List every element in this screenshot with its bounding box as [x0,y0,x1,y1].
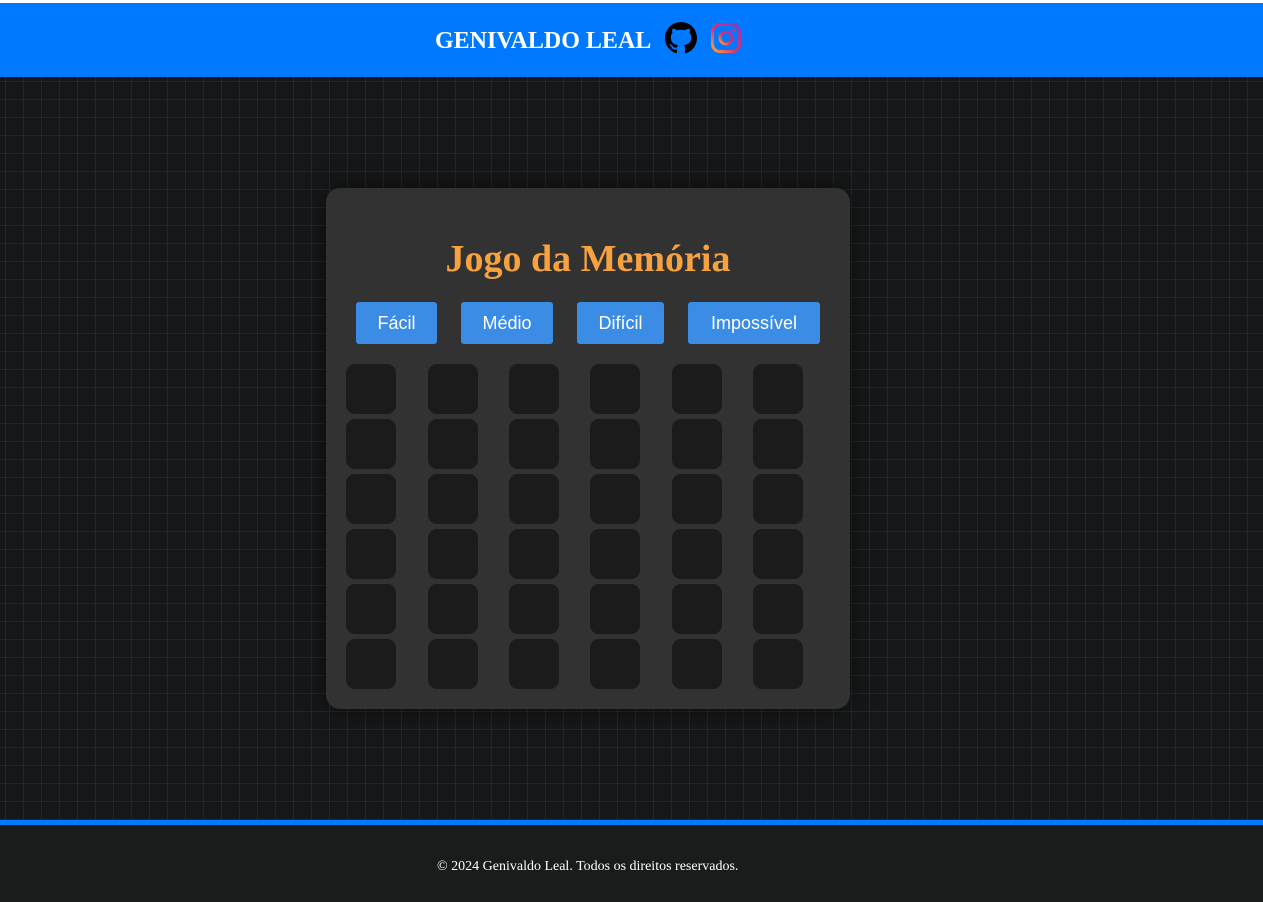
memory-card[interactable] [346,529,396,579]
medium-button[interactable]: Médio [461,302,553,344]
memory-card[interactable] [509,584,559,634]
memory-card[interactable] [672,364,722,414]
memory-card[interactable] [590,419,640,469]
brand-name: GENIVALDO LEAL [435,28,652,54]
memory-card[interactable] [428,529,478,579]
instagram-icon[interactable] [710,22,742,54]
memory-card[interactable] [753,529,803,579]
memory-card[interactable] [753,474,803,524]
easy-button[interactable]: Fácil [356,302,437,344]
memory-card[interactable] [346,419,396,469]
site-footer: © 2024 Genivaldo Leal. Todos os direitos… [0,825,1263,902]
game-title: Jogo da Memória [445,238,731,280]
memory-card[interactable] [590,584,640,634]
memory-card[interactable] [672,419,722,469]
memory-card[interactable] [509,529,559,579]
memory-card[interactable] [672,584,722,634]
impossible-button[interactable]: Impossível [688,302,820,344]
memory-card[interactable] [428,364,478,414]
memory-card[interactable] [672,474,722,524]
game-panel: Jogo da Memória Fácil Médio Difícil Impo… [326,188,850,709]
memory-card[interactable] [428,474,478,524]
memory-card[interactable] [590,364,640,414]
memory-card[interactable] [509,419,559,469]
copyright-text: © 2024 Genivaldo Leal. Todos os direitos… [437,859,739,874]
memory-card[interactable] [590,529,640,579]
site-header: GENIVALDO LEAL [0,3,1263,77]
memory-card[interactable] [753,419,803,469]
memory-card[interactable] [428,584,478,634]
memory-card[interactable] [590,474,640,524]
memory-card[interactable] [672,529,722,579]
memory-card[interactable] [509,364,559,414]
hard-button[interactable]: Difícil [577,302,664,344]
github-icon[interactable] [665,22,697,54]
memory-card[interactable] [509,474,559,524]
memory-card[interactable] [753,584,803,634]
memory-card[interactable] [346,364,396,414]
memory-card[interactable] [428,639,478,689]
memory-card[interactable] [346,474,396,524]
memory-card[interactable] [672,639,722,689]
memory-card[interactable] [509,639,559,689]
memory-card[interactable] [753,364,803,414]
memory-card[interactable] [346,584,396,634]
memory-card[interactable] [590,639,640,689]
memory-card[interactable] [753,639,803,689]
memory-card[interactable] [428,419,478,469]
memory-card[interactable] [346,639,396,689]
